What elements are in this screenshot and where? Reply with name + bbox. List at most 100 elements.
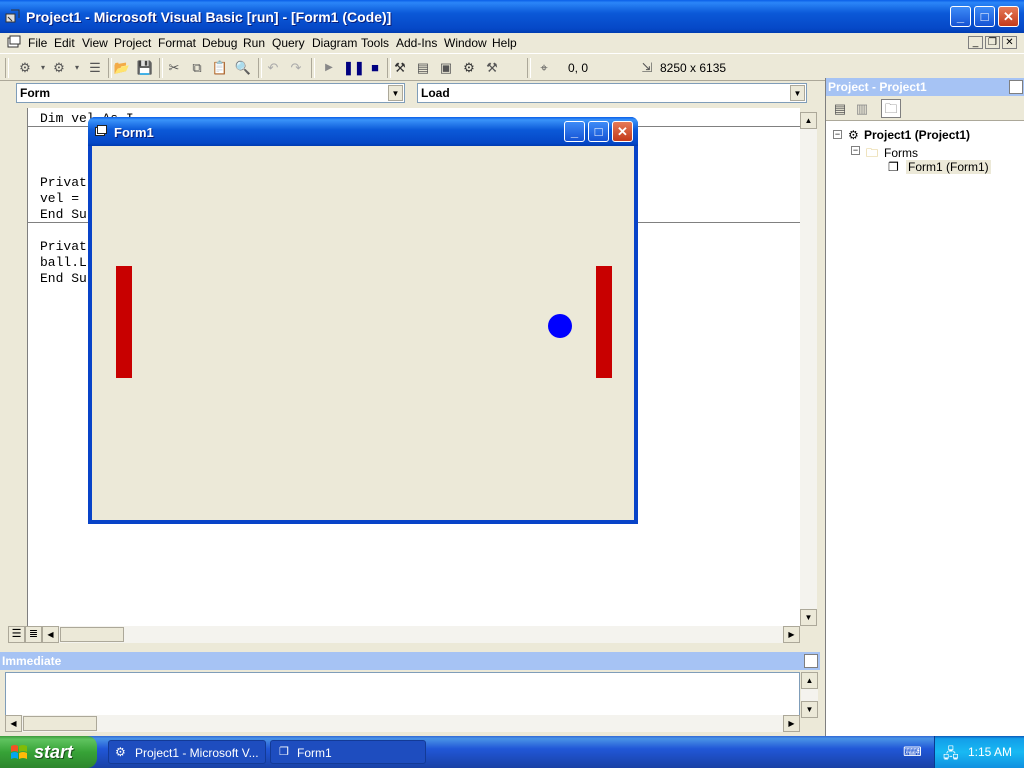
- close-icon[interactable]: ✕: [1009, 80, 1023, 94]
- code-line[interactable]: End Su: [40, 271, 87, 286]
- collapse-forms-icon[interactable]: −: [851, 146, 860, 155]
- code-vertical-scrollbar[interactable]: ▲ ▼: [800, 112, 817, 626]
- clock[interactable]: 1:15 AM: [968, 745, 1012, 759]
- code-window-icon[interactable]: [7, 35, 21, 49]
- properties-window-icon[interactable]: ▤: [414, 59, 432, 76]
- add-form-icon[interactable]: ⚙: [50, 59, 68, 76]
- immediate-vertical-scrollbar[interactable]: ▲ ▼: [801, 672, 818, 718]
- object-combo[interactable]: Form ▼: [16, 83, 405, 103]
- immediate-caption[interactable]: Immediate ✕: [0, 652, 820, 670]
- code-margin-indicator-bar[interactable]: [8, 108, 28, 626]
- immediate-input[interactable]: [5, 672, 800, 718]
- project-explorer-caption[interactable]: Project - Project1 ✕: [826, 78, 1024, 96]
- maximize-button[interactable]: □: [974, 6, 995, 27]
- tree-form1-item[interactable]: ❐ Form1 (Form1): [888, 160, 991, 174]
- scroll-left-arrow-icon[interactable]: ◀: [5, 715, 22, 732]
- scroll-left-arrow-icon[interactable]: ◀: [42, 626, 59, 643]
- scroll-down-arrow-icon[interactable]: ▼: [800, 609, 817, 626]
- dropdown-arrow-icon[interactable]: ▾: [68, 59, 86, 76]
- menu-debug[interactable]: Debug: [202, 36, 237, 50]
- scroll-right-arrow-icon[interactable]: ▶: [783, 715, 800, 732]
- menu-format[interactable]: Format: [158, 36, 196, 50]
- minimize-button[interactable]: _: [950, 6, 971, 27]
- form1-close-button[interactable]: ✕: [612, 121, 633, 142]
- menu-diagram[interactable]: Diagram: [312, 36, 357, 50]
- code-line[interactable]: Privat: [40, 175, 87, 190]
- open-project-icon[interactable]: 📂: [113, 59, 131, 76]
- save-project-icon[interactable]: 💾: [136, 59, 154, 76]
- scroll-thumb[interactable]: [60, 627, 124, 642]
- mdi-minimize-button[interactable]: _: [968, 36, 983, 49]
- toggle-folders-icon[interactable]: 🗀: [881, 99, 901, 118]
- object-browser-icon[interactable]: ⚙: [460, 59, 478, 76]
- mdi-close-button[interactable]: ✕: [1002, 36, 1017, 49]
- chevron-down-icon[interactable]: ▼: [388, 85, 403, 101]
- break-icon[interactable]: ❚❚: [343, 59, 365, 76]
- redo-icon[interactable]: ↷: [287, 59, 305, 76]
- cut-icon[interactable]: ✂: [165, 59, 183, 76]
- menu-view[interactable]: View: [82, 36, 108, 50]
- scroll-down-arrow-icon[interactable]: ▼: [801, 701, 818, 718]
- menu-project[interactable]: Project: [114, 36, 151, 50]
- close-icon[interactable]: ✕: [804, 654, 818, 668]
- form-icon: [95, 125, 107, 136]
- main-title-bar[interactable]: Project1 - Microsoft Visual Basic [run] …: [0, 0, 1024, 33]
- menu-run[interactable]: Run: [243, 36, 265, 50]
- form1-maximize-button[interactable]: □: [588, 121, 609, 142]
- right-paddle: [596, 266, 612, 378]
- paste-icon[interactable]: 📋: [211, 59, 229, 76]
- menu-tools[interactable]: Tools: [361, 36, 389, 50]
- scroll-up-arrow-icon[interactable]: ▲: [800, 112, 817, 129]
- menu-window[interactable]: Window: [444, 36, 487, 50]
- full-module-view-icon[interactable]: ≣: [25, 626, 42, 643]
- code-line[interactable]: vel =: [40, 191, 79, 206]
- procedure-combo[interactable]: Load ▼: [417, 83, 807, 103]
- ball: [548, 314, 572, 338]
- chevron-down-icon[interactable]: ▼: [790, 85, 805, 101]
- vb-project-icon: [5, 9, 20, 23]
- scroll-right-arrow-icon[interactable]: ▶: [783, 626, 800, 643]
- code-line[interactable]: ball.L: [40, 255, 87, 270]
- form1-minimize-button[interactable]: _: [564, 121, 585, 142]
- toolbar-separator: [258, 58, 262, 78]
- view-object-icon[interactable]: ▥: [853, 100, 871, 117]
- start-run-icon[interactable]: ▶: [320, 59, 338, 76]
- form1-window[interactable]: Form1 _ □ ✕: [88, 117, 638, 524]
- menu-add-ins[interactable]: Add-Ins: [396, 36, 437, 50]
- start-button[interactable]: start: [0, 736, 97, 768]
- collapse-project-icon[interactable]: −: [833, 130, 842, 139]
- close-button[interactable]: ✕: [998, 6, 1019, 27]
- end-run-icon[interactable]: ■: [366, 59, 384, 76]
- code-line[interactable]: Privat: [40, 239, 87, 254]
- network-icon[interactable]: 🖧: [943, 743, 959, 767]
- left-paddle: [116, 266, 132, 378]
- taskbar-button-vb[interactable]: ⚙ Project1 - Microsoft V...: [108, 740, 266, 764]
- copy-icon[interactable]: ⧉: [188, 59, 206, 76]
- undo-icon[interactable]: ↶: [264, 59, 282, 76]
- menu-help[interactable]: Help: [492, 36, 517, 50]
- tree-project-root[interactable]: ⚙ Project1 (Project1): [848, 128, 970, 142]
- keyboard-icon[interactable]: ⌨: [903, 744, 922, 760]
- find-icon[interactable]: 🔍: [234, 59, 252, 76]
- window-title: Project1 - Microsoft Visual Basic [run] …: [26, 9, 392, 25]
- code-horizontal-scrollbar[interactable]: ☰ ≣ ◀ ▶: [8, 626, 800, 643]
- toolbox-icon[interactable]: ⚒: [483, 59, 501, 76]
- immediate-horizontal-scrollbar[interactable]: ◀ ▶: [5, 715, 800, 732]
- taskbar-button-form1[interactable]: ❐ Form1: [270, 740, 426, 764]
- form1-title-bar[interactable]: Form1 _ □ ✕: [88, 117, 638, 146]
- view-code-icon[interactable]: ▤: [831, 100, 849, 117]
- form-icon: ❐: [888, 160, 899, 174]
- code-line[interactable]: End Su: [40, 207, 87, 222]
- menu-edit[interactable]: Edit: [54, 36, 75, 50]
- scroll-up-arrow-icon[interactable]: ▲: [801, 672, 818, 689]
- menu-editor-icon[interactable]: ☰: [86, 59, 104, 76]
- mdi-restore-button[interactable]: ❐: [985, 36, 1000, 49]
- procedure-view-icon[interactable]: ☰: [8, 626, 25, 643]
- menu-file[interactable]: File: [28, 36, 47, 50]
- project-explorer-icon[interactable]: ⚒: [391, 59, 409, 76]
- form-layout-icon[interactable]: ▣: [437, 59, 455, 76]
- scroll-thumb[interactable]: [23, 716, 97, 731]
- form1-client-area[interactable]: [92, 146, 634, 520]
- add-project-icon[interactable]: ⚙: [16, 59, 34, 76]
- menu-query[interactable]: Query: [272, 36, 305, 50]
